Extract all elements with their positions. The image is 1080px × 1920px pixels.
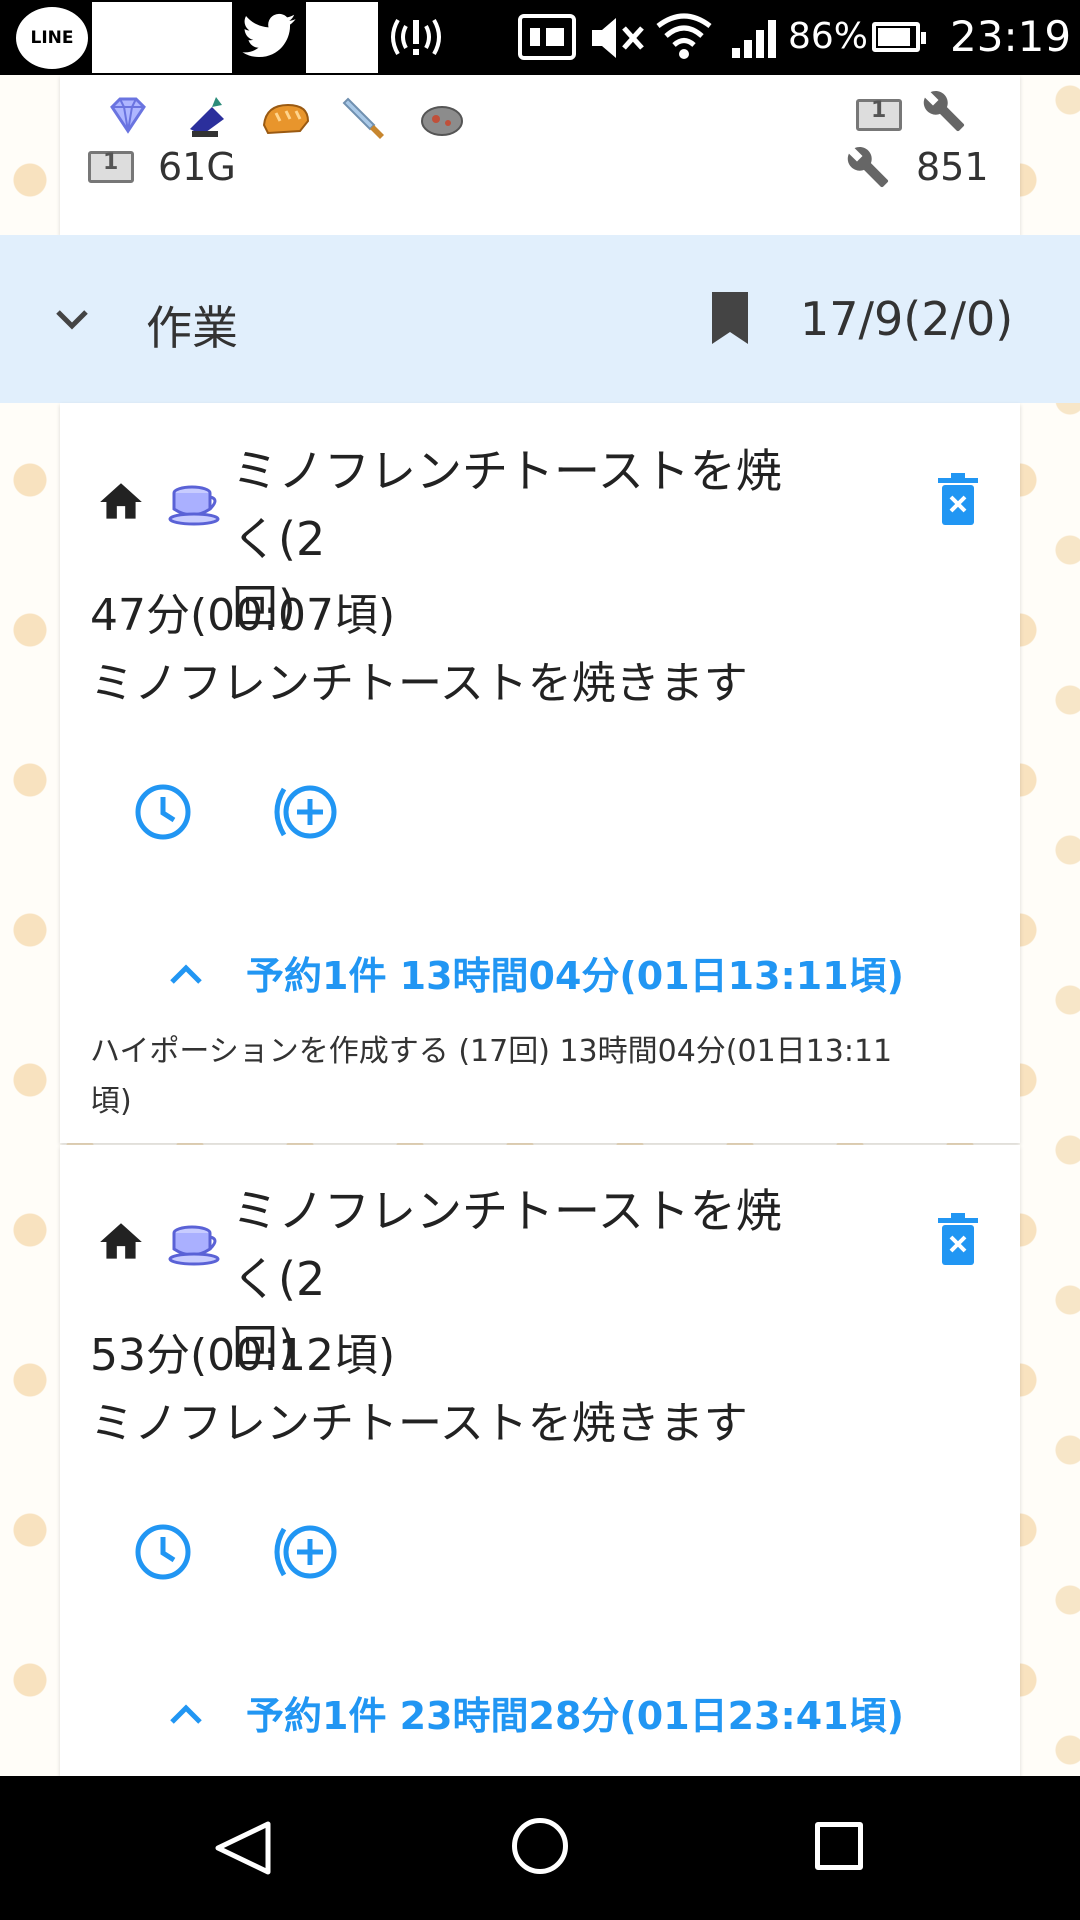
task-description: ミノフレンチトーストを焼きます — [90, 658, 748, 709]
reservation-toggle[interactable]: 予約1件 13時間04分(01日13:11頃) — [166, 945, 904, 1000]
chevron-up-icon — [170, 1703, 202, 1724]
gem-icon[interactable] — [102, 91, 154, 143]
money-icon — [856, 98, 902, 131]
clock-icon[interactable] — [134, 783, 192, 841]
knife-icon[interactable] — [338, 91, 390, 143]
mute-icon — [592, 18, 644, 58]
add-queue-icon[interactable] — [270, 783, 340, 841]
notification-icon-blank — [306, 2, 378, 73]
chevron-down-icon[interactable] — [52, 302, 92, 338]
task-description: ミノフレンチトーストを焼きます — [90, 1398, 748, 1449]
wrench-icon — [847, 147, 889, 188]
add-queue-icon[interactable] — [270, 1523, 340, 1581]
battery-icon — [872, 22, 926, 52]
reservation-label: 予約1件 23時間28分(01日23:41頃) — [246, 1694, 905, 1738]
reservation-detail: ハイポーションを作成する (17回) 13時間04分(01日13:11 頃) — [90, 1034, 893, 1119]
money-icon — [88, 150, 134, 183]
reservation-toggle[interactable]: 予約1件 23時間28分(01日23:41頃) — [166, 1685, 904, 1740]
task-card: ミノフレンチトーストを焼く(2 回) 47分(00:07頃) ミノフレンチトース… — [60, 403, 1020, 1143]
home-icon — [100, 483, 142, 519]
cup-icon — [168, 1225, 220, 1266]
twitter-icon — [242, 13, 296, 58]
bookmark-icon[interactable] — [708, 290, 752, 346]
wrench-icon — [923, 91, 965, 132]
clock-icon[interactable] — [134, 1523, 192, 1581]
money-row: 61G — [88, 145, 236, 189]
delete-icon[interactable] — [938, 473, 978, 527]
bread-icon[interactable] — [260, 91, 312, 143]
vibrate-alert-icon — [391, 18, 441, 56]
task-card: ミノフレンチトーストを焼く(2 回) 53分(00:12頃) ミノフレンチトース… — [60, 1145, 1020, 1776]
notification-icon-blank — [92, 2, 232, 73]
section-count: 17/9(2/0) — [800, 292, 1014, 346]
resource-card: 61G 851 — [60, 75, 1020, 235]
task-duration: 47分(00:07頃) — [90, 590, 396, 641]
back-icon[interactable] — [210, 1818, 278, 1878]
recent-apps-icon[interactable] — [815, 1822, 863, 1870]
home-button-icon[interactable] — [512, 1818, 568, 1874]
battery-percent: 86% — [788, 16, 869, 57]
signal-icon — [732, 20, 776, 58]
status-bar: LINE 86% 23:19 — [0, 0, 1080, 75]
cup-icon — [168, 485, 220, 526]
line-app-icon: LINE — [16, 7, 88, 69]
sim-icon — [518, 14, 576, 60]
chevron-up-icon — [170, 963, 202, 984]
tools-row: 851 — [846, 145, 989, 189]
wifi-icon — [656, 13, 712, 59]
delete-icon[interactable] — [938, 1213, 978, 1267]
task-duration: 53分(00:12頃) — [90, 1330, 396, 1381]
money-value: 61G — [158, 145, 236, 189]
tools-value: 851 — [916, 145, 989, 189]
ink-bottle-icon[interactable] — [182, 91, 234, 143]
section-title: 作業 — [146, 301, 238, 355]
clock-time: 23:19 — [950, 12, 1072, 61]
home-icon — [100, 1223, 142, 1259]
stone-icon[interactable] — [416, 91, 468, 143]
reservation-label: 予約1件 13時間04分(01日13:11頃) — [246, 954, 905, 998]
